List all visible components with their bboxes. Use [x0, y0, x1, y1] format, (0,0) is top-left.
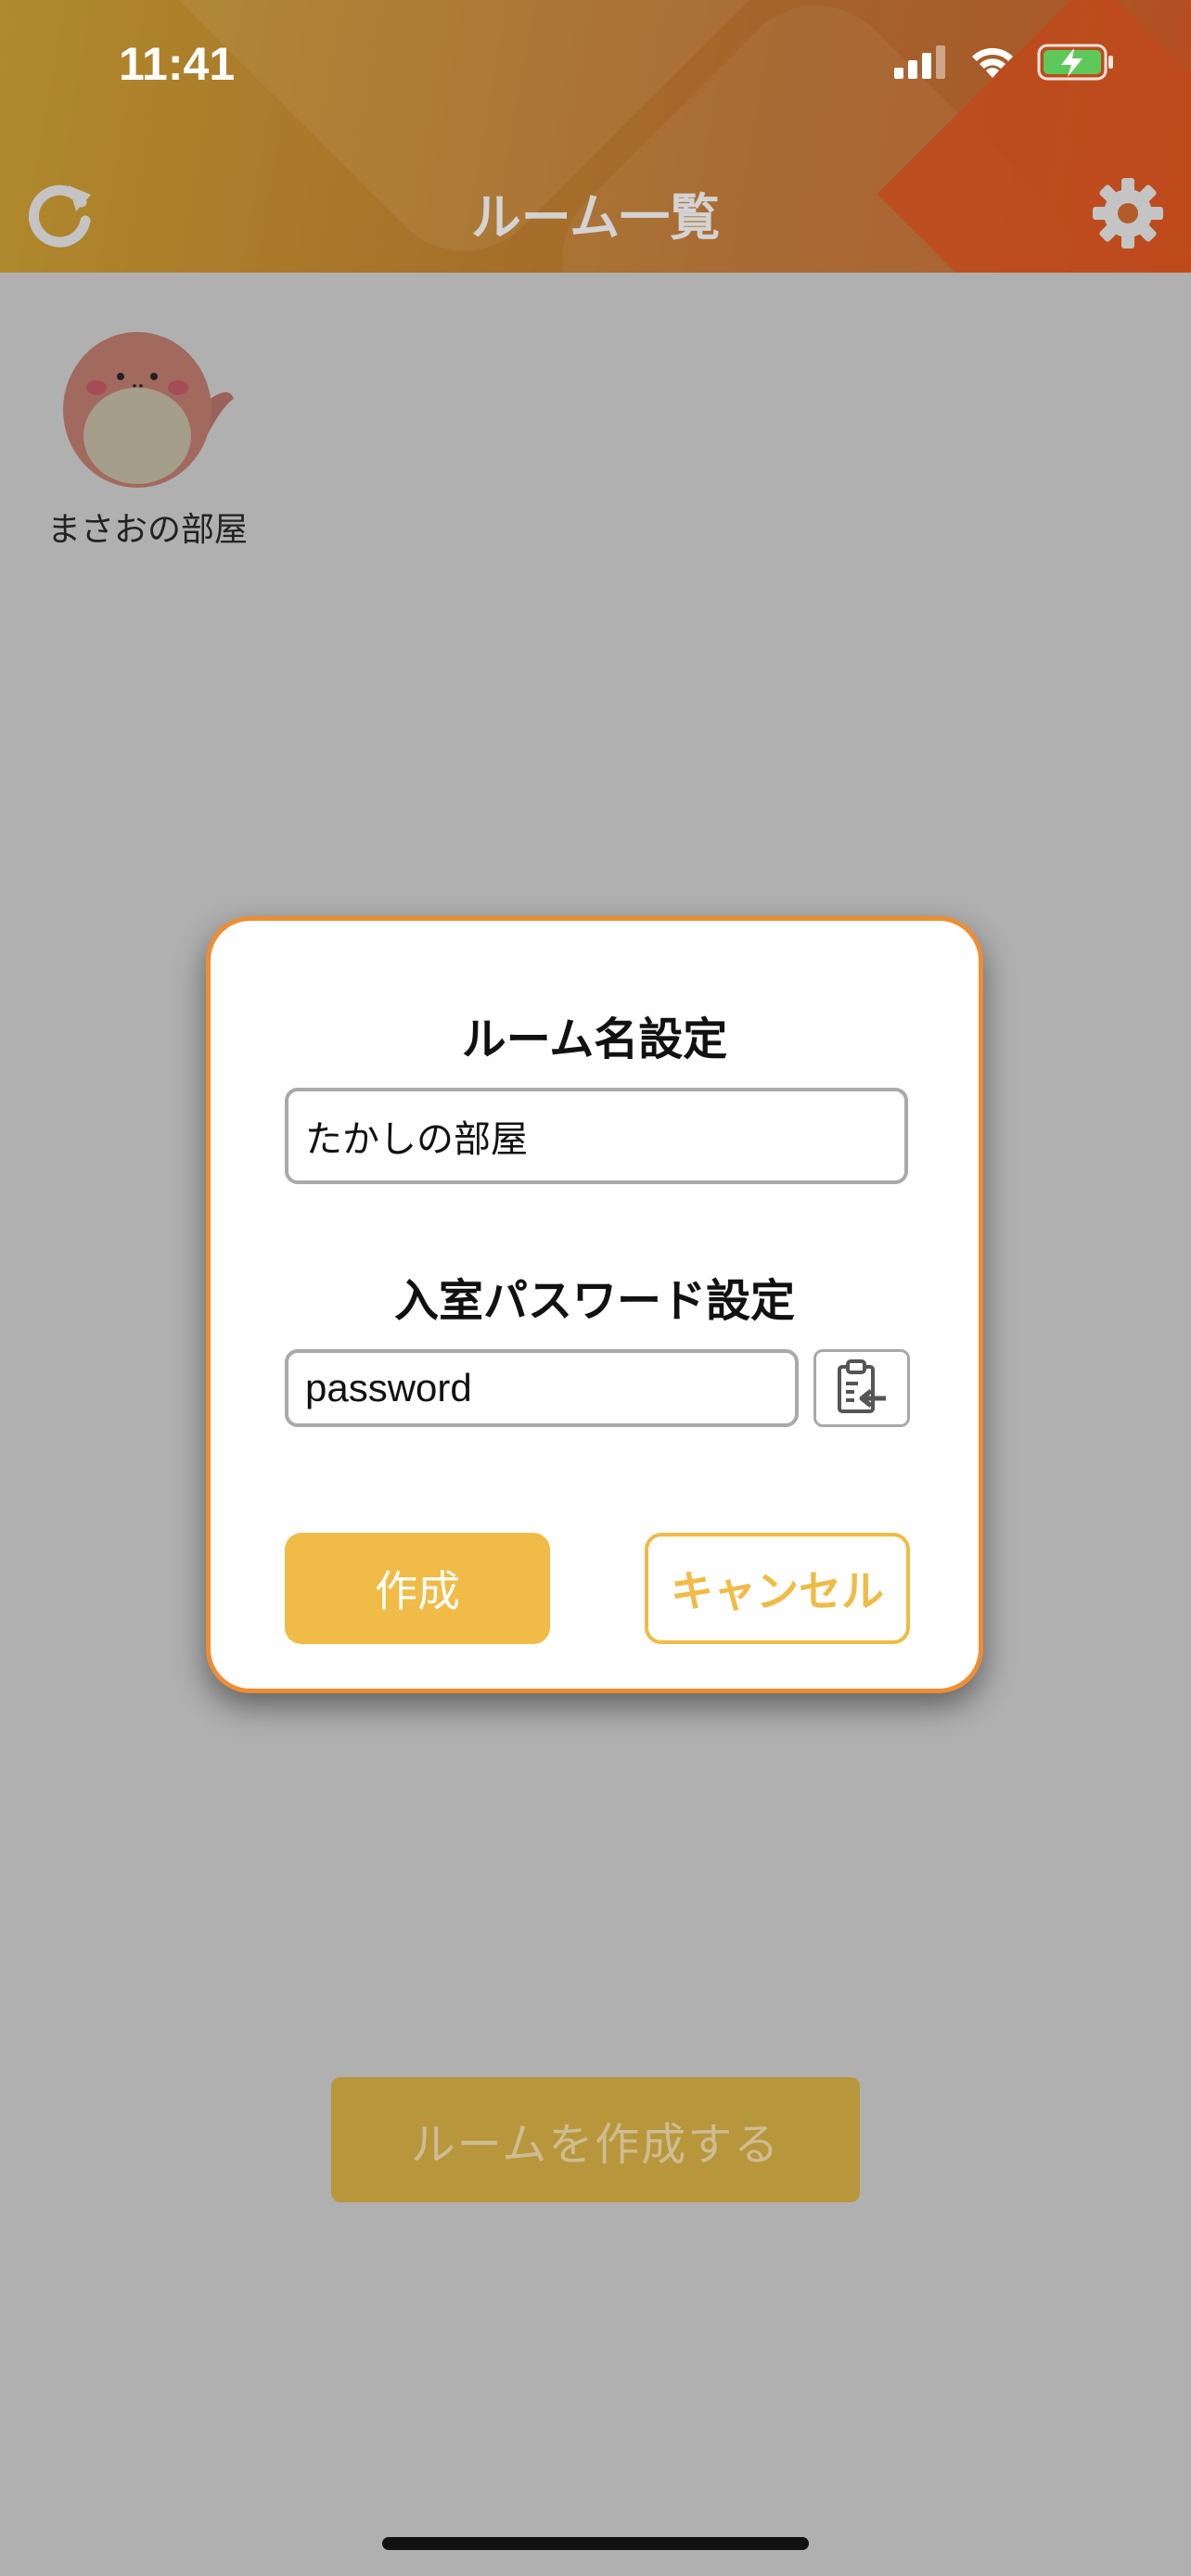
- room-avatar: [59, 325, 236, 491]
- room-name: まさおの部屋: [46, 511, 248, 549]
- status-time: 11:41: [119, 38, 236, 90]
- battery-charging-icon: [1037, 44, 1113, 81]
- room-name-input[interactable]: たかしの部屋: [285, 1088, 908, 1184]
- mascot-avatar-icon: [63, 332, 234, 488]
- wifi-icon: [972, 47, 1013, 78]
- signal-icon: [894, 45, 945, 79]
- room-name-value: たかしの部屋: [305, 1118, 528, 1161]
- settings-button[interactable]: [1091, 176, 1165, 250]
- home-indicator: [382, 2537, 809, 2550]
- clipboard-paste-icon: [838, 1359, 886, 1413]
- gear-icon: [1093, 178, 1163, 249]
- page-title: ルーム一覧: [470, 188, 721, 247]
- create-room-button[interactable]: ルームを作成する: [331, 2077, 860, 2202]
- password-input[interactable]: password: [285, 1349, 799, 1427]
- cancel-button[interactable]: キャンセル: [645, 1533, 910, 1644]
- paste-button[interactable]: [813, 1349, 910, 1427]
- room-item[interactable]: まさおの部屋: [41, 325, 254, 551]
- app-header: 11:41 ルーム一覧: [0, 0, 1191, 273]
- create-button[interactable]: 作成: [285, 1533, 550, 1644]
- create-room-dialog: ルーム名設定 たかしの部屋 入室パスワード設定 password 作成 キャンセ…: [206, 916, 983, 1693]
- room-name-label: ルーム名設定: [461, 1014, 728, 1065]
- status-icons: [894, 43, 1117, 82]
- password-value: password: [305, 1366, 472, 1409]
- password-label: 入室パスワード設定: [393, 1275, 795, 1327]
